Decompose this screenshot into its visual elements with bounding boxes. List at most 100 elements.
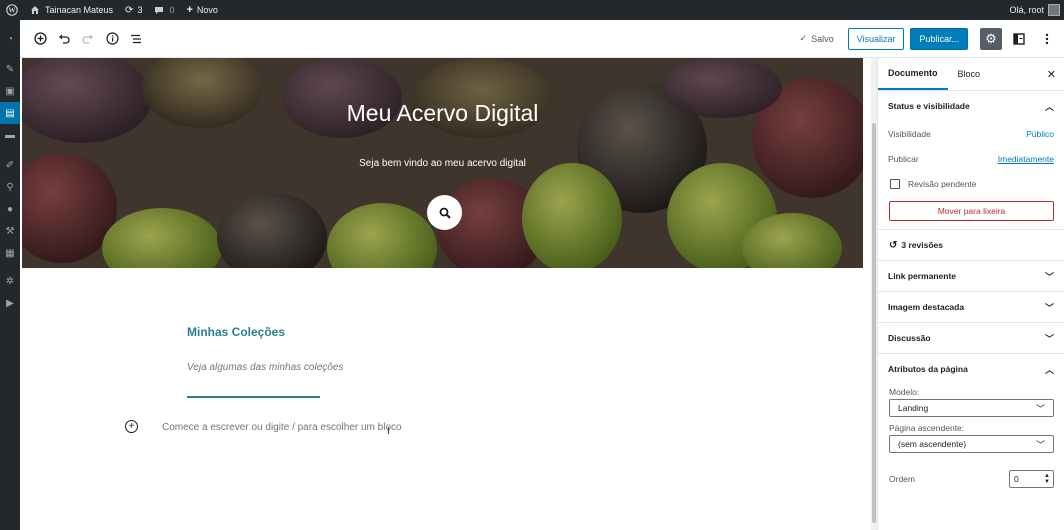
stepper-icon[interactable]: ▲ ▼ [1044, 473, 1050, 485]
add-block-icon[interactable] [28, 27, 52, 51]
publish-label: Publicar [888, 153, 919, 164]
tab-document[interactable]: Documento [878, 58, 948, 90]
add-block-inline-icon[interactable]: + [125, 420, 138, 433]
template-value: Landing [898, 403, 929, 413]
chevron-down-icon: ﹀ [1035, 403, 1045, 414]
hero-subtitle[interactable]: Seja bem vindo ao meu acervo digital [22, 158, 863, 169]
revisions-link[interactable]: ↺ 3 revisões [878, 230, 1064, 260]
comments-link[interactable]: 0 [148, 0, 180, 20]
permalink-panel: Link permanente ﹀ [878, 261, 1064, 292]
check-icon: ✓ [799, 33, 808, 43]
comment-icon [155, 6, 164, 14]
revisions-panel: ↺ 3 revisões [878, 230, 1064, 261]
tools-icon[interactable]: ⚒ [0, 220, 20, 242]
discussion-title: Discussão [888, 333, 931, 343]
tainacan-icon[interactable]: ✲ [0, 270, 20, 292]
close-icon[interactable]: ✕ [1047, 68, 1056, 81]
block-placeholder[interactable]: Comece a escrever ou digite / para escol… [162, 422, 402, 433]
more-options-icon[interactable] [1036, 28, 1058, 50]
tab-block[interactable]: Bloco [948, 58, 991, 90]
admin-bar: W Tainacan Mateus ⟳ 3 0 + Novo Olá, root [0, 0, 1064, 20]
template-select[interactable]: Landing ﹀ [889, 399, 1054, 417]
parent-page-label: Página ascendente: [889, 423, 965, 433]
my-account[interactable]: Olá, root [1009, 4, 1064, 16]
order-input[interactable]: 0 ▲ ▼ [1009, 470, 1054, 488]
pending-review-checkbox[interactable]: Revisão pendente [878, 171, 1064, 197]
plugins-icon[interactable]: ⚲ [0, 176, 20, 198]
settings-icon[interactable]: ▦ [0, 242, 20, 264]
dashboard-icon[interactable]: ◔ [0, 28, 20, 50]
permalink-title: Link permanente [888, 271, 957, 281]
pages-icon[interactable]: ▤ [0, 102, 20, 124]
new-content-link[interactable]: + Novo [180, 0, 223, 20]
chevron-up-icon: ︿ [1044, 364, 1054, 375]
collections-subtitle[interactable]: Veja algumas das minhas coleções [187, 362, 343, 373]
scrollbar-thumb[interactable] [872, 123, 876, 523]
media-icon[interactable]: ▣ [0, 80, 20, 102]
page-attributes-toggle[interactable]: Atributos da página ︿ [878, 354, 1064, 384]
hero-title[interactable]: Meu Acervo Digital [22, 100, 863, 127]
settings-toggle-button[interactable]: ⚙ [980, 27, 1002, 50]
revisions-label: 3 revisões [901, 240, 943, 250]
parent-page-value: (sem ascendente) [898, 439, 967, 449]
collections-heading[interactable]: Minhas Coleções [187, 325, 285, 339]
outline-list-icon[interactable] [124, 27, 148, 51]
users-icon[interactable]: ● [0, 198, 20, 220]
site-name-link[interactable]: Tainacan Mateus [24, 0, 119, 20]
visibility-link[interactable]: Público [1026, 129, 1054, 139]
home-icon [31, 6, 39, 14]
parent-page-select[interactable]: (sem ascendente) ﹀ [889, 435, 1054, 453]
status-visibility-panel: Status e visibilidade ︿ Visibilidade Púb… [878, 91, 1064, 230]
comments-count: 0 [169, 5, 175, 15]
posts-icon[interactable]: ✎ [0, 58, 20, 80]
saved-label: Salvo [811, 33, 834, 44]
hero-cover-block[interactable]: Meu Acervo Digital Seja bem vindo ao meu… [22, 58, 863, 268]
publish-date-link[interactable]: Imediatamente [998, 154, 1054, 164]
greeting: Olá, root [1009, 5, 1044, 15]
appearance-icon[interactable]: ✐ [0, 154, 20, 176]
wordpress-logo-icon[interactable]: W [0, 0, 24, 20]
chevron-down-icon: ﹀ [1044, 333, 1054, 344]
page-attributes-panel: Atributos da página ︿ Modelo: Landing ﹀ … [878, 354, 1064, 497]
collections-divider [187, 396, 320, 398]
editor-toolbar: ✓ Salvo Visualizar Publicar... ⚙ [20, 20, 1064, 58]
publish-row: Publicar Imediatamente [878, 146, 1064, 171]
order-value: 0 [1014, 474, 1019, 484]
status-visibility-toggle[interactable]: Status e visibilidade ︿ [878, 91, 1064, 121]
updates-icon: ⟳ [125, 4, 134, 16]
updates-count: 3 [137, 5, 143, 15]
publish-button[interactable]: Publicar... [910, 27, 968, 50]
order-row: Ordem 0 ▲ ▼ [878, 461, 1064, 497]
permalink-toggle[interactable]: Link permanente ﹀ [878, 261, 1064, 291]
play-icon[interactable]: ▶ [0, 292, 20, 314]
plus-icon: + [186, 4, 193, 16]
redo-icon[interactable] [76, 27, 100, 51]
featured-image-toggle[interactable]: Imagem destacada ﹀ [878, 292, 1064, 322]
saved-status: ✓ Salvo [800, 33, 834, 44]
discussion-toggle[interactable]: Discussão ﹀ [878, 323, 1064, 353]
history-icon: ↺ [889, 239, 898, 251]
new-label: Novo [196, 5, 218, 15]
chevron-down-icon: ﹀ [1044, 302, 1054, 313]
text-cursor-icon: I [387, 426, 390, 437]
chevron-down-icon: ﹀ [1044, 271, 1054, 282]
move-to-trash-button[interactable]: Mover para lixeira [889, 201, 1054, 221]
site-name: Tainacan Mateus [45, 5, 114, 15]
order-label: Ordem [889, 474, 915, 484]
featured-image-panel: Imagem destacada ﹀ [878, 292, 1064, 323]
search-icon [439, 207, 451, 219]
undo-icon[interactable] [52, 27, 76, 51]
checkbox[interactable] [890, 179, 900, 189]
featured-image-title: Imagem destacada [888, 302, 965, 312]
comments-menu-icon[interactable]: ▬ [0, 124, 20, 146]
visibility-label: Visibilidade [888, 128, 931, 139]
preview-button[interactable]: Visualizar [847, 27, 905, 50]
pending-review-label: Revisão pendente [908, 179, 977, 189]
settings-sidebar: Documento Bloco ✕ Status e visibilidade … [877, 58, 1064, 530]
updates-link[interactable]: ⟳ 3 [119, 0, 148, 20]
hero-search-button[interactable] [427, 195, 462, 230]
template-label: Modelo: [889, 387, 920, 397]
info-icon[interactable] [100, 27, 124, 51]
editor-canvas[interactable]: Meu Acervo Digital Seja bem vindo ao meu… [20, 58, 864, 530]
block-inserter-panel-icon[interactable] [1008, 28, 1030, 50]
